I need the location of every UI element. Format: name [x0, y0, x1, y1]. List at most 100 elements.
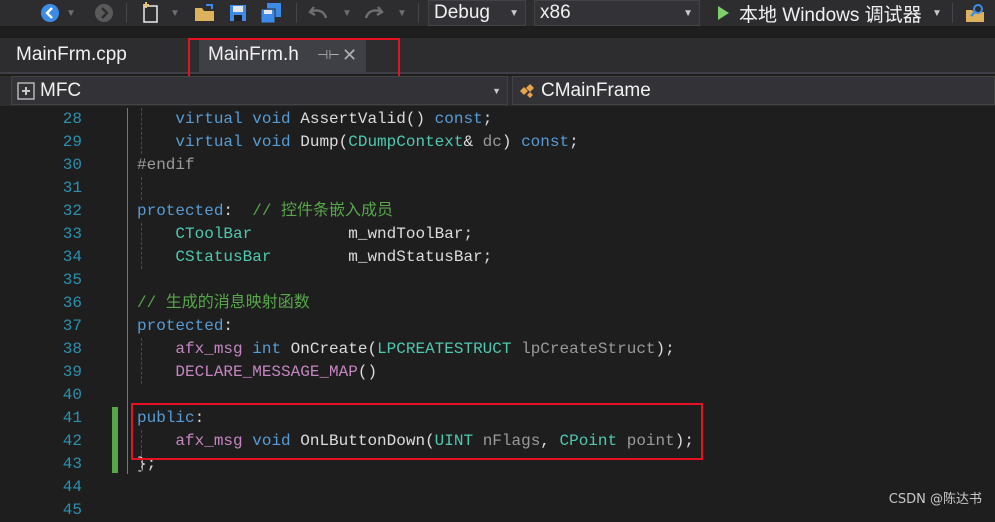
code-line[interactable]: 44: [0, 476, 995, 499]
code-text: afx_msg int OnCreate(LPCREATESTRUCT lpCr…: [137, 338, 674, 361]
code-token: ,: [540, 432, 560, 450]
find-in-files-button[interactable]: [962, 0, 988, 26]
tab-mainfrm-cpp[interactable]: MainFrm.cpp: [16, 38, 127, 72]
start-debugging-button[interactable]: 本地 Windows 调试器: [712, 0, 922, 26]
code-token: ;: [569, 133, 579, 151]
main-toolbar: ▼ ▼ ▼ ▼ Debug ▼ x86 ▼ 本地 Windows 调试器 ▼: [0, 0, 995, 26]
start-debugging-label: 本地 Windows 调试器: [739, 4, 922, 26]
indent-guide: [141, 430, 142, 453]
redo-icon: [364, 6, 384, 19]
project-select[interactable]: MFC ▼: [11, 76, 508, 105]
code-token: :: [194, 409, 205, 427]
code-line[interactable]: 31: [0, 177, 995, 200]
code-line[interactable]: 38 afx_msg int OnCreate(LPCREATESTRUCT l…: [0, 338, 995, 361]
code-token: dc: [482, 133, 502, 151]
new-project-button[interactable]: [138, 0, 164, 26]
code-line[interactable]: 45: [0, 499, 995, 522]
code-token: ;: [482, 110, 493, 128]
code-token: (): [357, 363, 378, 381]
code-line[interactable]: 34 CStatusBar m_wndStatusBar;: [0, 246, 995, 269]
code-line[interactable]: 36 // 生成的消息映射函数: [0, 292, 995, 315]
class-icon: [518, 82, 536, 100]
navigate-forward-button[interactable]: [92, 0, 116, 26]
solution-platform-value: x86: [540, 2, 571, 23]
solution-configuration-select[interactable]: Debug ▼: [428, 0, 526, 26]
save-button[interactable]: [226, 0, 250, 26]
chevron-down-icon: ▼: [492, 85, 501, 96]
save-all-button[interactable]: [258, 0, 284, 26]
code-line[interactable]: 40: [0, 384, 995, 407]
close-tab-icon[interactable]: ✕: [342, 38, 357, 72]
code-token: &: [463, 133, 483, 151]
code-token: #endif: [137, 156, 195, 174]
code-line[interactable]: 35: [0, 269, 995, 292]
code-token: Dump(: [290, 133, 349, 151]
tab-mainfrm-h[interactable]: MainFrm.h ⊣⊢ ✕: [199, 38, 366, 72]
redo-dropdown-arrow-icon[interactable]: ▼: [397, 0, 407, 26]
scope-name: CMainFrame: [541, 79, 651, 101]
line-number: 40: [62, 386, 82, 404]
toolbar-separator: [418, 3, 419, 23]
code-text: // 生成的消息映射函数: [137, 292, 310, 315]
line-number: 44: [62, 478, 82, 496]
code-line[interactable]: 37 protected:: [0, 315, 995, 338]
indent-guide: [141, 108, 142, 154]
pin-tab-icon[interactable]: ⊣⊢: [317, 38, 340, 72]
scope-select[interactable]: CMainFrame: [512, 76, 995, 105]
code-token: nFlags: [482, 432, 541, 450]
code-token: m_wndToolBar;: [252, 225, 474, 243]
solution-platform-select[interactable]: x86 ▼: [534, 0, 700, 26]
new-item-icon: [143, 2, 158, 23]
code-line[interactable]: 39 DECLARE_MESSAGE_MAP(): [0, 361, 995, 384]
code-token: void: [252, 133, 291, 151]
save-all-icon: [260, 3, 281, 24]
code-token: // 控件条嵌入成员: [252, 202, 394, 220]
debug-target-dropdown-arrow-icon[interactable]: ▼: [932, 0, 942, 26]
code-token: DECLARE_MESSAGE_MAP: [175, 363, 358, 381]
code-token: :: [223, 202, 253, 220]
code-token: protected: [137, 317, 224, 335]
code-editor[interactable]: 28 virtual void AssertValid() const; 29 v…: [0, 108, 995, 519]
back-dropdown-arrow-icon[interactable]: ▼: [66, 0, 76, 26]
code-text: afx_msg void OnLButtonDown(UINT nFlags, …: [137, 430, 694, 453]
code-line[interactable]: 41 public:: [0, 407, 995, 430]
folder-open-icon: [195, 4, 214, 21]
indent-guide: [141, 338, 142, 384]
open-file-button[interactable]: [192, 0, 218, 26]
back-arrow-icon: [41, 4, 59, 22]
code-text: };: [137, 453, 156, 476]
code-text: CStatusBar m_wndStatusBar;: [137, 246, 492, 269]
code-line[interactable]: 29 virtual void Dump(CDumpContext& dc) c…: [0, 131, 995, 154]
code-token: CDumpContext: [348, 133, 464, 151]
play-icon: [718, 6, 729, 20]
code-token: OnCreate(: [281, 340, 378, 358]
indent-guide: [141, 453, 142, 471]
code-line[interactable]: 33 CToolBar m_wndToolBar;: [0, 223, 995, 246]
undo-button[interactable]: [306, 0, 332, 26]
code-token: UINT: [434, 432, 474, 450]
project-name: MFC: [40, 79, 82, 101]
redo-button[interactable]: [360, 0, 386, 26]
code-line[interactable]: 30 #endif: [0, 154, 995, 177]
undo-dropdown-arrow-icon[interactable]: ▼: [342, 0, 352, 26]
code-line[interactable]: 28 virtual void AssertValid() const;: [0, 108, 995, 131]
code-token: :: [223, 317, 234, 335]
code-token: CToolBar: [175, 225, 253, 243]
code-line[interactable]: 43};: [0, 453, 995, 476]
code-text: protected: // 控件条嵌入成员: [137, 200, 393, 223]
line-number: 36: [62, 294, 82, 312]
forward-arrow-icon: [95, 4, 113, 22]
code-line[interactable]: 32 protected: // 控件条嵌入成员: [0, 200, 995, 223]
navigate-back-button[interactable]: [38, 0, 62, 26]
navigation-bar: MFC ▼ CMainFrame: [0, 76, 995, 106]
line-number: 37: [62, 317, 82, 335]
toolbar-separator: [296, 3, 297, 23]
new-dropdown-arrow-icon[interactable]: ▼: [170, 0, 180, 26]
code-line[interactable]: 42 afx_msg void OnLButtonDown(UINT nFlag…: [0, 430, 995, 453]
solution-configuration-value: Debug: [434, 2, 490, 23]
code-text: virtual void AssertValid() const;: [137, 108, 492, 131]
